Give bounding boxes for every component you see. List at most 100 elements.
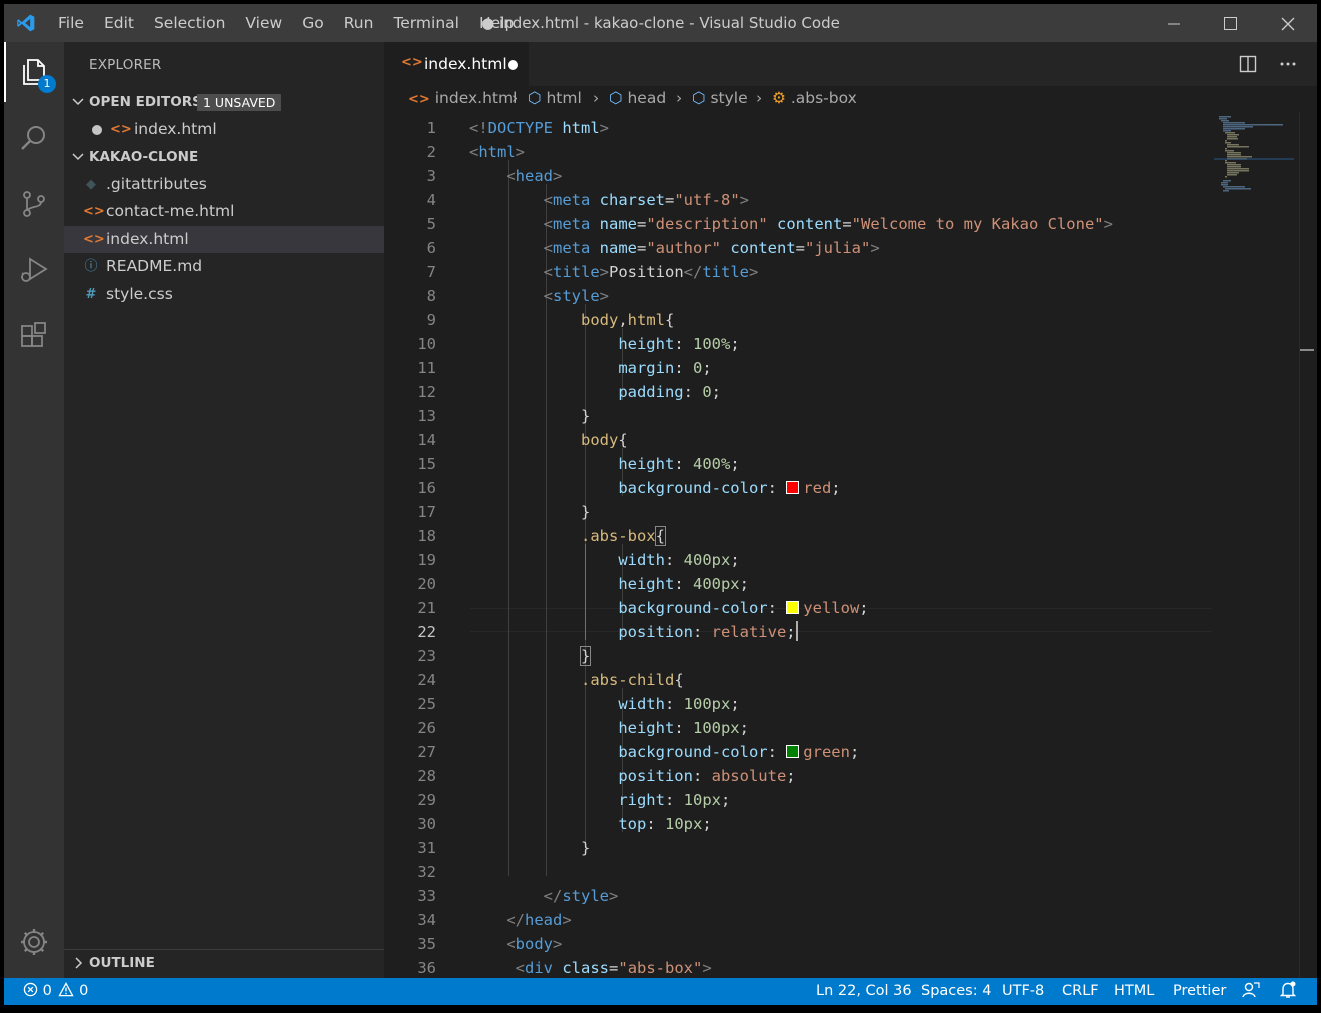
minimap[interactable] bbox=[1214, 112, 1309, 978]
menu-run[interactable]: Run bbox=[334, 4, 384, 42]
explorer-sidebar: EXPLORER OPEN EDITORS 1 UNSAVED <> index… bbox=[64, 42, 384, 978]
code-line: 17 } bbox=[417, 503, 591, 521]
feedback-button[interactable] bbox=[1242, 978, 1260, 1005]
minimize-button[interactable] bbox=[1145, 4, 1202, 42]
file-index[interactable]: <> index.html bbox=[64, 226, 384, 253]
code-line: 19 width: 400px; bbox=[417, 551, 740, 569]
breadcrumb-sep-icon: › bbox=[512, 89, 519, 107]
code-line: 33 </style> bbox=[417, 887, 619, 905]
editor-tab-bar: <> index.html bbox=[384, 42, 1317, 86]
menu-view[interactable]: View bbox=[235, 4, 292, 42]
run-debug-icon bbox=[21, 257, 48, 282]
code-line: 21 background-color: yellow; bbox=[417, 599, 869, 617]
symbol-class-icon: ⚙ bbox=[772, 89, 786, 107]
unsaved-dot-icon[interactable] bbox=[92, 125, 102, 135]
maximize-icon bbox=[1224, 17, 1237, 30]
breadcrumb-style[interactable]: ⬡ style bbox=[692, 89, 748, 107]
html-icon: <> bbox=[401, 55, 423, 70]
breadcrumb-label: style bbox=[710, 89, 748, 107]
project-folder-label: KAKAO-CLONE bbox=[89, 149, 199, 165]
file-label: README.md bbox=[106, 257, 203, 275]
error-count: 0 bbox=[42, 983, 52, 999]
menu-go[interactable]: Go bbox=[292, 4, 334, 42]
cursor-position-status[interactable]: Ln 22, Col 36 bbox=[816, 978, 912, 1005]
gear-icon bbox=[21, 929, 47, 955]
open-editors-header[interactable]: OPEN EDITORS 1 UNSAVED bbox=[64, 89, 384, 116]
extensions-button[interactable] bbox=[4, 306, 64, 366]
minimize-icon bbox=[1167, 23, 1180, 24]
outline-label: OUTLINE bbox=[89, 955, 155, 971]
run-debug-button[interactable] bbox=[4, 240, 64, 300]
language-status[interactable]: HTML bbox=[1114, 978, 1154, 1005]
explorer-title: EXPLORER bbox=[89, 57, 162, 73]
code-line: 10 height: 100%; bbox=[417, 335, 740, 353]
split-editor-icon bbox=[1239, 55, 1257, 73]
more-icon bbox=[1280, 62, 1296, 66]
explorer-button[interactable]: 1 bbox=[4, 42, 66, 102]
html-icon: <> bbox=[110, 122, 132, 137]
menu-selection[interactable]: Selection bbox=[144, 4, 235, 42]
unsaved-dot-icon[interactable] bbox=[508, 60, 518, 70]
open-editors-label: OPEN EDITORS bbox=[89, 94, 202, 110]
code-editor[interactable]: 1 <!DOCTYPE html> 2 <html> 3 <head> 4 <met… bbox=[384, 112, 1317, 978]
split-editor-button[interactable] bbox=[1236, 52, 1260, 76]
code-line: 36 <div class="abs-box"> bbox=[417, 959, 712, 977]
symbol-tag-icon: ⬡ bbox=[609, 89, 623, 107]
code-line: 18 .abs-box{ bbox=[417, 526, 667, 546]
open-editor-item[interactable]: <> index.html bbox=[64, 116, 384, 143]
source-control-icon bbox=[23, 191, 45, 217]
window-title: ● index.html - kakao-clone - Visual Stud… bbox=[481, 14, 840, 32]
menu-terminal[interactable]: Terminal bbox=[383, 4, 469, 42]
code-line: 20 height: 400px; bbox=[417, 575, 749, 593]
code-line: 7 <title>Position</title> bbox=[426, 263, 759, 281]
vertical-scrollbar[interactable] bbox=[1299, 112, 1314, 978]
outline-header[interactable]: OUTLINE bbox=[64, 950, 384, 977]
indentation-status[interactable]: Spaces: 4 bbox=[921, 978, 991, 1005]
info-icon: ⓘ bbox=[84, 259, 98, 274]
breadcrumb-label: html bbox=[546, 89, 582, 107]
formatter-status[interactable]: Prettier bbox=[1173, 978, 1226, 1005]
color-swatch-icon[interactable] bbox=[786, 600, 800, 614]
breadcrumb-head[interactable]: ⬡ head bbox=[609, 89, 666, 107]
file-contact-me[interactable]: <> contact-me.html bbox=[64, 198, 384, 225]
eol-status[interactable]: CRLF bbox=[1062, 978, 1099, 1005]
breadcrumb-html[interactable]: ⬡ html bbox=[528, 89, 582, 107]
tab-index-html[interactable]: <> index.html bbox=[384, 42, 529, 86]
menu-file[interactable]: File bbox=[48, 4, 94, 42]
color-swatch-icon[interactable] bbox=[786, 480, 800, 494]
manage-button[interactable] bbox=[4, 912, 64, 972]
more-actions-button[interactable] bbox=[1276, 52, 1300, 76]
project-folder-header[interactable]: KAKAO-CLONE bbox=[64, 144, 384, 171]
error-icon bbox=[23, 982, 38, 997]
code-line: 13 } bbox=[417, 407, 591, 425]
code-line: 12 padding: 0; bbox=[417, 383, 721, 401]
file-style[interactable]: # style.css bbox=[64, 281, 384, 308]
search-icon bbox=[21, 126, 45, 150]
css-hash-icon: # bbox=[85, 287, 97, 302]
encoding-status[interactable]: UTF-8 bbox=[1002, 978, 1044, 1005]
maximize-button[interactable] bbox=[1202, 4, 1259, 42]
notifications-button[interactable] bbox=[1279, 978, 1297, 1005]
source-control-button[interactable] bbox=[4, 174, 64, 234]
file-readme[interactable]: ⓘ README.md bbox=[64, 253, 384, 280]
search-button[interactable] bbox=[4, 108, 64, 168]
open-editor-label: index.html bbox=[134, 120, 217, 138]
outline-section: OUTLINE bbox=[64, 949, 384, 979]
problems-status[interactable]: 0 0 bbox=[23, 978, 88, 1005]
color-swatch-icon[interactable] bbox=[786, 744, 800, 758]
menu-edit[interactable]: Edit bbox=[94, 4, 144, 42]
close-button[interactable] bbox=[1259, 4, 1316, 42]
text-cursor bbox=[795, 621, 798, 641]
breadcrumb-abs-box[interactable]: ⚙ .abs-box bbox=[772, 89, 857, 107]
breadcrumb-file[interactable]: <> index.html bbox=[408, 89, 517, 107]
menu-bar: File Edit Selection View Go Run Terminal… bbox=[48, 4, 524, 42]
chevron-down-icon bbox=[72, 98, 84, 106]
code-line: 30 top: 10px; bbox=[417, 815, 712, 833]
bell-icon bbox=[1279, 981, 1297, 998]
file-gitattributes[interactable]: ◆ .gitattributes bbox=[64, 171, 384, 198]
explorer-badge: 1 bbox=[38, 75, 56, 93]
code-line: 1 <!DOCTYPE html> bbox=[426, 119, 610, 137]
code-line: 23 } bbox=[417, 646, 592, 666]
code-line: 35 <body> bbox=[417, 935, 563, 953]
code-line: 8 <style> bbox=[426, 287, 610, 305]
